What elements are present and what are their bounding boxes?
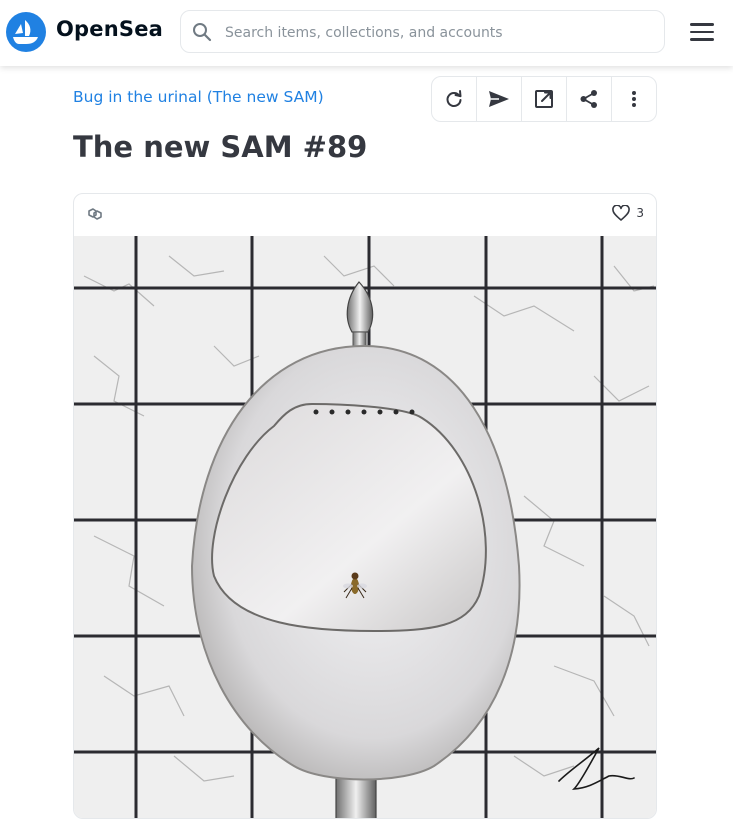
- more-icon: [632, 91, 636, 107]
- card-header: 3: [74, 194, 656, 236]
- view-original-button[interactable]: [522, 77, 567, 121]
- favorite-button[interactable]: 3: [612, 205, 644, 221]
- search-input[interactable]: [223, 19, 657, 47]
- brand-name[interactable]: OpenSea: [56, 17, 163, 41]
- collection-link[interactable]: Bug in the urinal (The new SAM): [73, 88, 324, 106]
- item-title: The new SAM #89: [73, 130, 368, 164]
- top-navigation: OpenSea: [0, 0, 733, 66]
- refresh-button[interactable]: [432, 77, 477, 121]
- hamburger-menu-icon[interactable]: [688, 20, 716, 44]
- transfer-icon: [489, 91, 509, 107]
- refresh-icon: [446, 90, 462, 107]
- search-box[interactable]: [180, 10, 665, 53]
- item-actions-toolbar: [431, 76, 657, 122]
- item-media-card: 3: [73, 193, 657, 819]
- polygon-chain-icon: [88, 208, 102, 220]
- nft-artwork-image[interactable]: [74, 236, 657, 819]
- transfer-button[interactable]: [477, 77, 522, 121]
- favorite-count: 3: [636, 206, 644, 220]
- share-icon: [580, 90, 597, 108]
- external-link-icon: [535, 90, 553, 108]
- opensea-logo-icon[interactable]: [6, 12, 46, 52]
- more-options-button[interactable]: [612, 77, 656, 121]
- heart-icon: [612, 205, 631, 221]
- share-button[interactable]: [567, 77, 612, 121]
- search-icon: [193, 23, 212, 42]
